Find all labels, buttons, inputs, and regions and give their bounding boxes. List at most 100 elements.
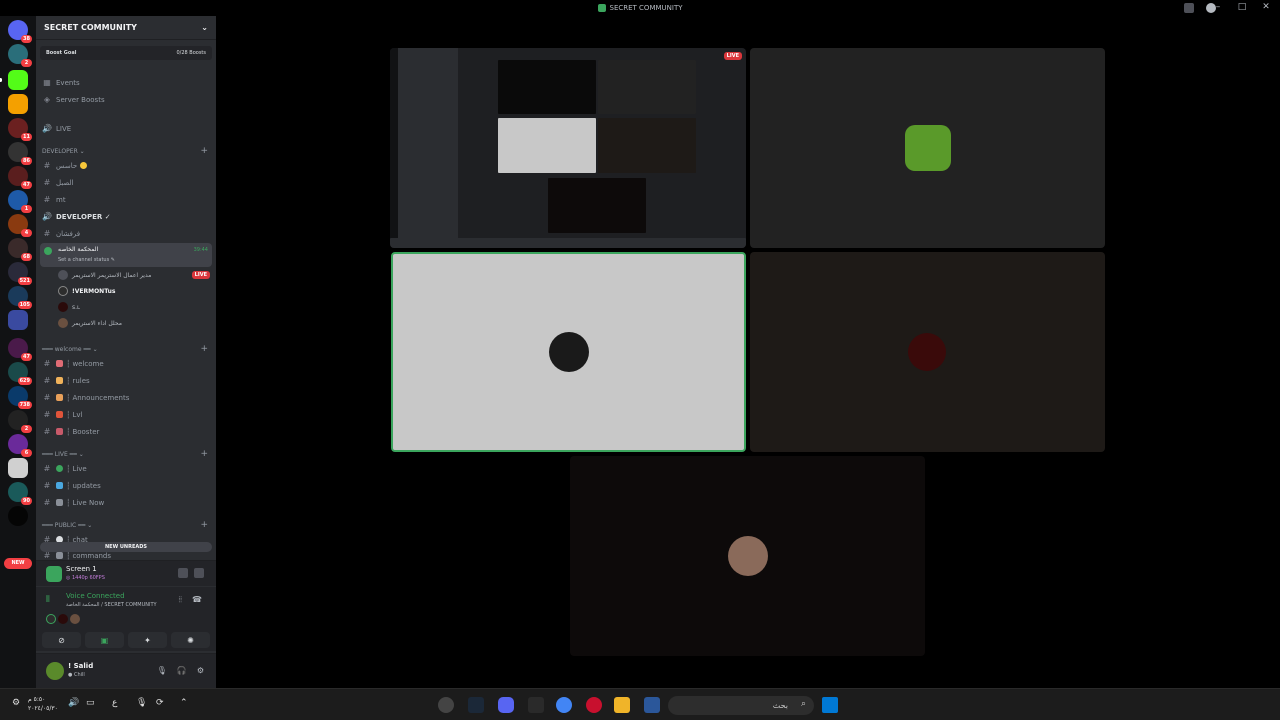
minimize-icon[interactable]: –: [1212, 2, 1224, 12]
server-icon[interactable]: 47: [8, 166, 32, 189]
category-public[interactable]: ━━━ PUBLIC ━━ ⌄ +: [42, 519, 208, 531]
windows-start-icon[interactable]: [822, 697, 838, 713]
server-icon[interactable]: 6: [8, 434, 32, 457]
app-icon[interactable]: [586, 697, 602, 713]
events-item[interactable]: ▦ Events: [42, 75, 210, 90]
camera-off-button[interactable]: ⊘: [42, 632, 81, 648]
voice-user[interactable]: محلل اداء الاستريمر: [58, 316, 210, 330]
channel-item[interactable]: # mt: [42, 192, 210, 207]
channel-item[interactable]: # ┆ rules: [42, 373, 210, 388]
popout-icon[interactable]: [178, 568, 188, 578]
stop-stream-icon[interactable]: [194, 568, 204, 578]
add-channel-icon[interactable]: +: [200, 520, 208, 530]
guild-header[interactable]: SECRET COMMUNITY ⌄: [36, 16, 216, 40]
channel-item[interactable]: # ┆ Live: [42, 461, 210, 476]
noise-suppression-icon[interactable]: ⦙⦙: [178, 595, 182, 605]
sync-icon[interactable]: ⟳: [156, 698, 164, 708]
volume-icon[interactable]: 🔊: [68, 698, 79, 708]
settings-icon[interactable]: ⚙: [12, 698, 20, 708]
language-indicator[interactable]: ع: [112, 698, 117, 708]
activities-button[interactable]: ✦: [128, 632, 167, 648]
server-icon[interactable]: 2: [8, 410, 32, 433]
channel-status[interactable]: Set a channel status ✎: [58, 257, 115, 263]
voice-user[interactable]: مدير اعمال الاستريمر الاستريمر LIVE: [58, 268, 210, 282]
server-icon[interactable]: 47: [8, 338, 32, 361]
server-icon[interactable]: 105: [8, 286, 32, 309]
participant-tile[interactable]: [750, 48, 1105, 248]
disconnect-icon[interactable]: ☎: [192, 595, 202, 605]
maximize-icon[interactable]: □: [1236, 2, 1248, 12]
channel-item[interactable]: # الصبل: [42, 175, 210, 190]
folder-icon[interactable]: [614, 697, 630, 713]
active-voice-channel[interactable]: المحكمة الخاصه Set a channel status ✎ 39…: [40, 243, 212, 267]
screen-share-button[interactable]: ▣: [85, 632, 124, 648]
server-icon[interactable]: 1: [8, 190, 32, 213]
app-icon[interactable]: [438, 697, 454, 713]
voice-user[interactable]: !VERMONTus: [58, 284, 210, 298]
server-icon[interactable]: [8, 310, 28, 330]
taskbar-search[interactable]: بحث ⌕: [668, 696, 814, 715]
new-unreads-pill[interactable]: NEW: [4, 558, 32, 569]
server-icon[interactable]: 2: [8, 44, 32, 67]
server-boosts-item[interactable]: ◈ Server Boosts: [42, 92, 210, 107]
server-icon[interactable]: 629: [8, 362, 32, 385]
close-icon[interactable]: ✕: [1260, 2, 1272, 12]
channel-item[interactable]: # ┆ welcome: [42, 356, 210, 371]
avatar[interactable]: [58, 614, 68, 624]
voice-user[interactable]: ꜱ.ʟ: [58, 300, 210, 314]
headphones-icon[interactable]: 🎧: [177, 666, 187, 675]
chrome-icon[interactable]: [556, 697, 572, 713]
avatar[interactable]: [70, 614, 80, 624]
participant-tile[interactable]: [570, 456, 925, 656]
soundboard-button[interactable]: ✺: [171, 632, 210, 648]
new-unreads-bar[interactable]: NEW UNREADS: [40, 542, 212, 552]
participant-tile[interactable]: [750, 252, 1105, 452]
microphone-icon[interactable]: 🎙: [157, 666, 167, 675]
server-icon[interactable]: 90: [8, 482, 32, 505]
voice-channel-live[interactable]: 🔊 LIVE: [42, 121, 210, 136]
clock[interactable]: ٥:٥٠ م ٢٠٢٤/٠٥/٣٠: [28, 695, 58, 713]
server-icon[interactable]: 738: [8, 386, 32, 409]
channel-item[interactable]: # حاسس: [42, 158, 210, 173]
chevron-up-icon[interactable]: ⌃: [180, 698, 188, 708]
home-button[interactable]: 38: [8, 20, 32, 43]
category-live[interactable]: ━━━ LIVE ━━ ⌄ +: [42, 448, 208, 460]
inbox-icon[interactable]: [1184, 3, 1194, 13]
channel-item[interactable]: # ┆ Lvl: [42, 407, 210, 422]
channel-item[interactable]: # ┆ Announcements: [42, 390, 210, 405]
voice-channel[interactable]: 🔊 DEVELOPER ✓: [42, 209, 210, 224]
server-icon[interactable]: 68: [8, 238, 32, 261]
app-icon[interactable]: [528, 697, 544, 713]
channel-item[interactable]: # ┆ Live Now: [42, 495, 210, 510]
gear-icon[interactable]: ⚙: [197, 666, 204, 675]
channel-item[interactable]: # فرفشان: [42, 226, 210, 241]
add-channel-icon[interactable]: +: [200, 146, 208, 156]
boost-goal-bar[interactable]: Boost Goal 0/28 Boosts: [40, 46, 212, 60]
server-icon[interactable]: 4: [8, 214, 32, 237]
signal-icon[interactable]: ⫴: [46, 595, 56, 605]
server-icon[interactable]: 86: [8, 142, 32, 165]
steam-icon[interactable]: [468, 697, 484, 713]
add-channel-icon[interactable]: +: [200, 449, 208, 459]
server-icon[interactable]: [8, 506, 28, 526]
category-developer[interactable]: DEVELOPER ⌄ +: [42, 145, 208, 157]
stream-tile[interactable]: LIVE: [390, 48, 746, 248]
voice-connected-subtitle[interactable]: المحكمة الخاصة / SECRET COMMUNITY: [66, 602, 157, 608]
discord-icon[interactable]: [498, 697, 514, 713]
server-icon[interactable]: [8, 458, 28, 478]
network-icon[interactable]: ▭: [86, 698, 95, 708]
category-welcome[interactable]: ━━━ welcome ━━ ⌄ +: [42, 343, 208, 355]
user-name[interactable]: ! Salid: [68, 662, 93, 670]
server-icon[interactable]: 11: [8, 118, 32, 141]
channel-item[interactable]: # ┆ updates: [42, 478, 210, 493]
add-channel-icon[interactable]: +: [200, 344, 208, 354]
server-icon[interactable]: [0, 70, 28, 90]
app-icon[interactable]: [644, 697, 660, 713]
participant-tile-speaking[interactable]: [391, 252, 746, 452]
server-icon[interactable]: [8, 94, 28, 114]
server-icon[interactable]: 521: [8, 262, 32, 285]
avatar[interactable]: [46, 662, 64, 680]
microphone-icon[interactable]: 🎙: [136, 698, 147, 708]
channel-item[interactable]: # ┆ Booster: [42, 424, 210, 439]
avatar[interactable]: [46, 614, 56, 624]
